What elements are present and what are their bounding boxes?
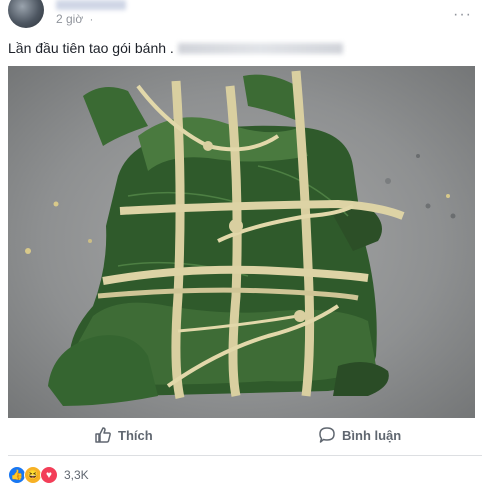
reaction-count: 3,3K bbox=[64, 468, 89, 482]
post-time-label: 2 giờ bbox=[56, 12, 84, 26]
love-reaction-icon: ♥ bbox=[40, 466, 58, 484]
comment-button[interactable]: Bình luận bbox=[318, 426, 401, 444]
comment-icon bbox=[319, 427, 335, 443]
post-actions: Thích Bình luận bbox=[0, 420, 490, 454]
globe-icon: · bbox=[89, 14, 94, 26]
more-options-icon[interactable]: ··· bbox=[453, 6, 472, 24]
post-photo[interactable] bbox=[8, 66, 475, 418]
blurred-text bbox=[178, 43, 343, 54]
like-button[interactable]: Thích bbox=[94, 426, 153, 444]
post-header: 2 giờ · ··· bbox=[0, 0, 490, 30]
thumbs-up-icon bbox=[95, 427, 111, 443]
avatar[interactable] bbox=[8, 0, 44, 28]
author-name-blurred[interactable] bbox=[56, 0, 126, 10]
comment-label: Bình luận bbox=[342, 427, 402, 443]
divider bbox=[8, 455, 482, 456]
reactions-summary[interactable]: 👍 😆 ♥ 3,3K bbox=[8, 466, 89, 484]
post-text: Lần đầu tiên tao gói bánh . bbox=[8, 40, 174, 56]
like-label: Thích bbox=[118, 427, 153, 443]
banh-chung-image bbox=[25, 70, 456, 406]
post-time[interactable]: 2 giờ · bbox=[56, 12, 93, 26]
